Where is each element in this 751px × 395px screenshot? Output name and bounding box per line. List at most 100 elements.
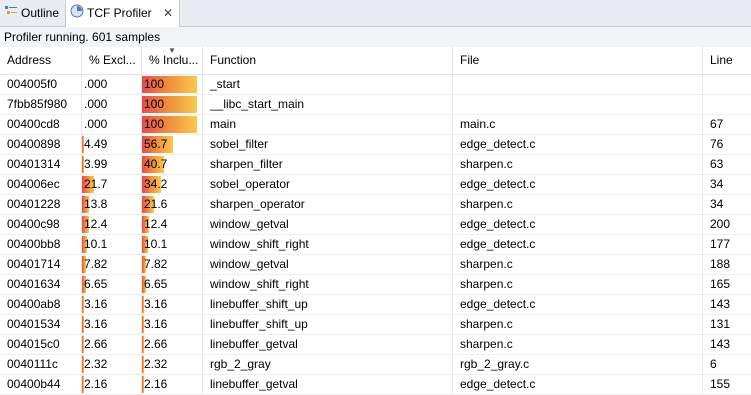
column-header-incl[interactable]: ▼ % Inclu... — [142, 47, 203, 74]
table-row[interactable]: 00400b44 2.16 2.16 linebuffer_getval edge_de… — [0, 375, 751, 395]
cell-file: edge_detect.c — [453, 235, 703, 254]
table-row[interactable]: 00401228 13.8 21.6 sharpen_operator sharpen.… — [0, 195, 751, 215]
sort-descending-icon: ▼ — [168, 47, 176, 55]
incl-percent-value: 100 — [144, 117, 165, 131]
cell-function: sharpen_operator — [203, 195, 453, 214]
tab-outline-label: Outline — [21, 6, 60, 20]
cell-line: 177 — [710, 237, 731, 251]
cell-file: sharpen.c — [453, 155, 703, 174]
table-row[interactable]: 00401314 3.99 40.7 sharpen_filter sharpen.c 6… — [0, 155, 751, 175]
excl-percent-value: 21.7 — [84, 177, 108, 191]
cell-excl-percent: 21.7 — [82, 175, 142, 194]
excl-percent-value: 2.16 — [84, 377, 108, 391]
cell-incl-percent: 2.66 — [142, 335, 203, 354]
table-row[interactable]: 7fbb85f980.000 100 __libc_start_main — [0, 95, 751, 115]
cell-file: rgb_2_gray.c — [453, 355, 703, 374]
incl-percent-value: 10.1 — [144, 237, 168, 251]
table-row[interactable]: 004015c0 2.66 2.66 linebuffer_getval sharpen… — [0, 335, 751, 355]
cell-incl-percent: 12.4 — [142, 215, 203, 234]
cell-function: linebuffer_shift_up — [203, 295, 453, 314]
cell-incl-percent: 2.32 — [142, 355, 203, 374]
cell-address: 00400cd8 — [0, 115, 82, 134]
cell-excl-percent: 7.82 — [82, 255, 142, 274]
cell-incl-percent: 100 — [142, 115, 203, 134]
cell-line — [703, 95, 751, 114]
cell-line: 165 — [710, 277, 731, 291]
cell-function: _start — [203, 75, 453, 94]
excl-percent-value: 3.99 — [84, 157, 108, 171]
table-body: 004005f0.000 100 _start 7fbb85f980.000 100 __… — [0, 75, 751, 395]
table-row[interactable]: 00400ab8 3.16 3.16 linebuffer_shift_up edge_… — [0, 295, 751, 315]
table-row[interactable]: 00400bb8 10.1 10.1 window_shift_right edge_d… — [0, 235, 751, 255]
cell-function: linebuffer_getval — [203, 375, 453, 394]
tab-tcf-profiler[interactable]: TCF Profiler ✕ — [66, 0, 180, 27]
column-header-address[interactable]: Address — [0, 47, 82, 74]
table-row[interactable]: 00401714 7.82 7.82 window_getval sharpen.c 18… — [0, 255, 751, 275]
table-row[interactable]: 00400c98 12.4 12.4 window_getval edge_detect… — [0, 215, 751, 235]
cell-function: sobel_filter — [203, 135, 453, 154]
cell-function: sharpen_filter — [203, 155, 453, 174]
column-header-function[interactable]: Function — [203, 47, 453, 74]
incl-percent-value: 56.7 — [144, 137, 168, 151]
cell-address: 00401714 — [0, 255, 82, 274]
cell-excl-percent: 3.16 — [82, 295, 142, 314]
cell-incl-percent: 21.6 — [142, 195, 203, 214]
incl-percent-value: 2.16 — [144, 377, 168, 391]
cell-incl-percent: 10.1 — [142, 235, 203, 254]
cell-address: 0040111c — [0, 355, 82, 374]
excl-percent-value: 3.16 — [84, 297, 108, 311]
cell-line: 131 — [710, 317, 731, 331]
cell-incl-percent: 7.82 — [142, 255, 203, 274]
cell-line: 34 — [710, 197, 724, 211]
profiler-table: Address % Excl... ▼ % Inclu... Function … — [0, 47, 751, 395]
excl-percent-value: 7.82 — [84, 257, 108, 271]
cell-line: 67 — [710, 117, 724, 131]
cell-incl-percent: 40.7 — [142, 155, 203, 174]
cell-incl-percent: 100 — [142, 95, 203, 114]
incl-percent-value: 3.16 — [144, 297, 168, 311]
cell-file: sharpen.c — [453, 335, 703, 354]
cell-address: 00400c98 — [0, 215, 82, 234]
table-row[interactable]: 00400898 4.49 56.7 sobel_filter edge_detect.… — [0, 135, 751, 155]
table-row[interactable]: 00401534 3.16 3.16 linebuffer_shift_up sharp… — [0, 315, 751, 335]
cell-function: window_shift_right — [203, 275, 453, 294]
cell-file — [453, 95, 703, 114]
excl-percent-value: 12.4 — [84, 217, 108, 231]
close-icon[interactable]: ✕ — [163, 0, 173, 26]
profiler-status: Profiler running. 601 samples — [0, 27, 751, 47]
excl-percent-value: .000 — [84, 117, 108, 131]
column-header-file[interactable]: File — [453, 47, 703, 74]
excl-percent-value: .000 — [84, 97, 108, 111]
cell-file: edge_detect.c — [453, 175, 703, 194]
cell-file: edge_detect.c — [453, 135, 703, 154]
incl-percent-value: 12.4 — [144, 217, 168, 231]
cell-function: window_getval — [203, 215, 453, 234]
cell-incl-percent: 56.7 — [142, 135, 203, 154]
cell-excl-percent: 2.32 — [82, 355, 142, 374]
cell-address: 00401534 — [0, 315, 82, 334]
cell-excl-percent: .000 — [82, 75, 142, 94]
table-row[interactable]: 004005f0.000 100 _start — [0, 75, 751, 95]
excl-percent-value: .000 — [84, 77, 108, 91]
table-row[interactable]: 00400cd8.000 100 main main.c 67 — [0, 115, 751, 135]
incl-percent-value: 21.6 — [144, 197, 168, 211]
cell-line: 143 — [710, 337, 731, 351]
cell-excl-percent: .000 — [82, 115, 142, 134]
view-tab-bar: Outline TCF Profiler ✕ — [0, 0, 751, 27]
table-row[interactable]: 00401634 6.65 6.65 window_shift_right sharpe… — [0, 275, 751, 295]
incl-percent-value: 2.66 — [144, 337, 168, 351]
cell-excl-percent: 2.16 — [82, 375, 142, 394]
tab-outline[interactable]: Outline — [0, 0, 66, 26]
cell-address: 004005f0 — [0, 75, 82, 94]
cell-file — [453, 75, 703, 94]
table-row[interactable]: 0040111c 2.32 2.32 rgb_2_gray rgb_2_gray.c 6 — [0, 355, 751, 375]
profiler-icon — [70, 1, 84, 27]
table-row[interactable]: 004006ec 21.7 34.2 sobel_operator edge_detec… — [0, 175, 751, 195]
cell-function: linebuffer_getval — [203, 335, 453, 354]
column-header-excl[interactable]: % Excl... — [82, 47, 142, 74]
cell-file: sharpen.c — [453, 255, 703, 274]
column-header-line[interactable]: Line — [703, 47, 751, 74]
cell-function: window_shift_right — [203, 235, 453, 254]
excl-percent-value: 13.8 — [84, 197, 108, 211]
table-header: Address % Excl... ▼ % Inclu... Function … — [0, 47, 751, 75]
